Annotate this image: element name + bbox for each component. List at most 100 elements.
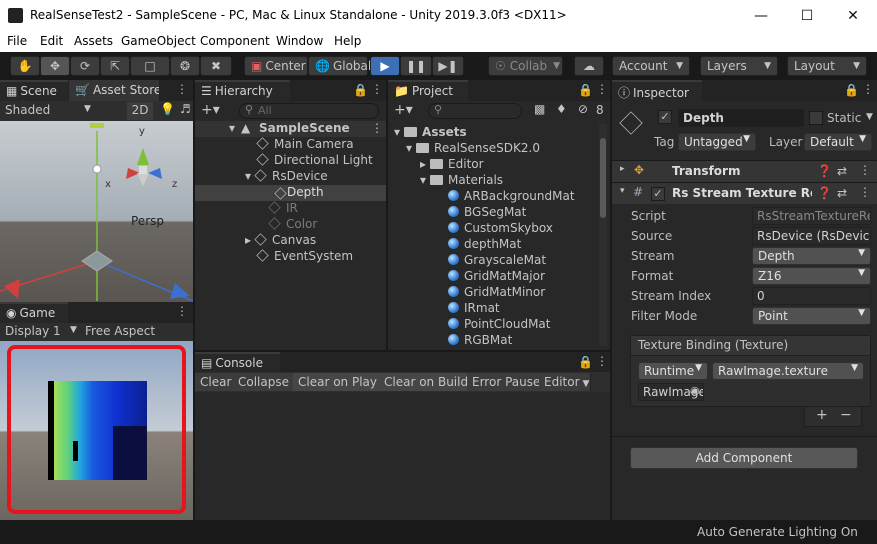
lighting-icon[interactable]: 💡 [160, 102, 175, 116]
material-item[interactable]: PointCloudMat [448, 317, 550, 333]
material-item[interactable]: GridMatMajor [448, 269, 545, 285]
menu-gameobject[interactable]: GameObject [121, 34, 196, 48]
minimize-button[interactable]: — [738, 0, 784, 31]
rotate-tool-button[interactable]: ⟳ [70, 56, 100, 76]
transform-tool-button[interactable]: ❂ [170, 56, 200, 76]
rect-tool-button[interactable]: □ [130, 56, 170, 76]
material-item[interactable]: GrayscaleMat [448, 253, 546, 269]
material-item[interactable]: GridMatMinor [448, 285, 545, 301]
clear-on-play-button[interactable]: Clear on Play [293, 373, 383, 391]
panel-menu-icon[interactable]: ⋮ [176, 82, 188, 96]
tab-game[interactable]: ◉ Game [0, 302, 68, 323]
menu-assets[interactable]: Assets [74, 34, 113, 48]
help-icon[interactable]: ❓ [817, 164, 832, 178]
list-item-selected[interactable]: Depth [195, 185, 386, 201]
menu-window[interactable]: Window [276, 34, 323, 48]
add-component-button[interactable]: Add Component [630, 447, 858, 469]
source-field[interactable]: RsDevice (RsDevice) [752, 227, 871, 245]
tag-dropdown[interactable]: Untagged ▼ [678, 133, 756, 151]
lock-icon[interactable]: 🔒 [578, 355, 593, 369]
material-item[interactable]: IRmat [448, 301, 500, 317]
step-button[interactable]: ▶❚ [432, 56, 464, 76]
aspect-dropdown[interactable]: Free Aspect [85, 324, 155, 338]
list-item[interactable]: Color [268, 217, 317, 233]
stream-renderer-header[interactable]: ▾ # ✓ Rs Stream Texture Renderer ❓ ⇄ ⋮ [612, 182, 877, 204]
panel-menu-icon[interactable]: ⋮ [176, 304, 188, 318]
pause-button[interactable]: ❚❚ [400, 56, 432, 76]
scale-tool-button[interactable]: ⇱ [100, 56, 130, 76]
filter-type-icon[interactable]: ▩ [534, 102, 545, 116]
menu-file[interactable]: File [7, 34, 27, 48]
close-button[interactable]: ✕ [830, 0, 876, 31]
script-field[interactable]: RsStreamTextureRenderer [752, 207, 871, 225]
custom-tool-button[interactable]: ✖ [200, 56, 232, 76]
folder-item[interactable]: ▾ RealSenseSDK2.0 [406, 141, 540, 157]
status-text[interactable]: Auto Generate Lighting On [697, 525, 858, 539]
menu-component[interactable]: Component [200, 34, 270, 48]
folder-item[interactable]: ▾ Assets [394, 125, 467, 141]
add-binding-button[interactable]: + [816, 407, 828, 423]
lock-icon[interactable]: 🔒 [578, 83, 593, 97]
account-dropdown[interactable]: Account ▼ [612, 56, 690, 76]
display-dropdown[interactable]: Display 1 [5, 324, 61, 338]
scene-viewport[interactable]: y x z Persp [0, 121, 193, 302]
panel-menu-icon[interactable]: ⋮ [371, 82, 383, 96]
error-pause-button[interactable]: Error Pause [467, 373, 547, 391]
list-item[interactable]: Main Camera [256, 137, 354, 153]
stream-index-field[interactable]: 0 [752, 287, 871, 305]
list-item[interactable]: IR [268, 201, 298, 217]
play-button[interactable]: ▶ [370, 56, 400, 76]
stream-dropdown[interactable]: Depth ▼ [752, 247, 871, 265]
material-item[interactable]: depthMat [448, 237, 521, 253]
persp-label[interactable]: Persp [131, 214, 164, 228]
editor-dropdown[interactable]: Editor ▼ [539, 373, 591, 391]
tab-inspector[interactable]: ⓘ Inspector [612, 80, 702, 101]
hidden-packages-icon[interactable]: ⊘ [578, 102, 588, 116]
remove-binding-button[interactable]: − [840, 407, 852, 423]
folder-item[interactable]: ▸ Editor [420, 157, 484, 173]
project-search-input[interactable] [428, 103, 522, 119]
create-button[interactable]: +▾ [201, 102, 220, 118]
preset-icon[interactable]: ⇄ [837, 186, 847, 200]
audio-icon[interactable]: ♬ [180, 102, 191, 116]
component-menu-icon[interactable]: ⋮ [859, 163, 871, 177]
list-item[interactable]: EventSystem [256, 249, 353, 265]
create-button[interactable]: +▾ [394, 102, 413, 118]
menu-edit[interactable]: Edit [40, 34, 63, 48]
scene-menu-icon[interactable]: ⋮ [371, 121, 383, 135]
pivot-global-button[interactable]: 🌐 Global [308, 56, 371, 76]
lock-icon[interactable]: 🔒 [844, 83, 859, 97]
layer-dropdown[interactable]: Default ▼ [804, 133, 872, 151]
panel-menu-icon[interactable]: ⋮ [862, 82, 874, 96]
game-viewport[interactable] [0, 341, 193, 520]
2d-toggle[interactable]: 2D [127, 102, 153, 120]
material-item[interactable]: ARBackgroundMat [448, 189, 575, 205]
cloud-button[interactable]: ☁ [574, 56, 604, 76]
move-tool-button[interactable]: ✥ [40, 56, 70, 76]
layers-dropdown[interactable]: Layers ▼ [700, 56, 778, 76]
collapse-button[interactable]: Collapse [233, 373, 295, 391]
pivot-center-button[interactable]: ▣ Center [244, 56, 308, 76]
list-item[interactable]: Directional Light [256, 153, 373, 169]
binding-function-dropdown[interactable]: RawImage.texture ▼ [712, 362, 864, 380]
material-item[interactable]: CustomSkybox [448, 221, 553, 237]
hierarchy-search-input[interactable]: All [239, 103, 379, 119]
layout-dropdown[interactable]: Layout ▼ [787, 56, 867, 76]
scene-root-row[interactable]: ▾ ▲ SampleScene ⋮ [195, 121, 386, 137]
list-item[interactable]: ▸ Canvas [245, 233, 316, 249]
component-enabled-checkbox[interactable]: ✓ [651, 187, 665, 201]
tab-hierarchy[interactable]: ☰ Hierarchy [195, 80, 290, 101]
panel-menu-icon[interactable]: ⋮ [596, 82, 608, 96]
lock-icon[interactable]: 🔒 [353, 83, 368, 97]
help-icon[interactable]: ❓ [817, 186, 832, 200]
panel-menu-icon[interactable]: ⋮ [596, 354, 608, 368]
clear-button[interactable]: Clear [195, 373, 238, 391]
format-dropdown[interactable]: Z16 ▼ [752, 267, 871, 285]
shading-mode-dropdown[interactable]: Shaded [5, 103, 50, 117]
maximize-button[interactable]: ☐ [784, 0, 830, 31]
project-scrollbar[interactable] [599, 124, 607, 346]
filter-mode-dropdown[interactable]: Point ▼ [752, 307, 871, 325]
menu-help[interactable]: Help [334, 34, 361, 48]
object-name-field[interactable]: Depth [678, 109, 804, 127]
tab-console[interactable]: ▤ Console [195, 352, 280, 373]
